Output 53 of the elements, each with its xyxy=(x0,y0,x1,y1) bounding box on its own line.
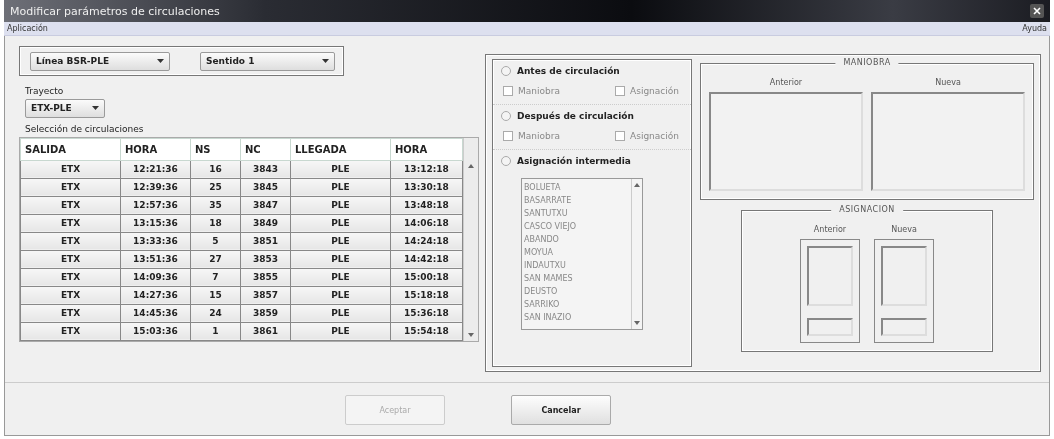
radio-label: Antes de circulación xyxy=(517,66,620,76)
dropdown[interactable]: ETX-PLE xyxy=(25,98,105,118)
caret-icon xyxy=(322,59,329,63)
radio-button[interactable] xyxy=(501,111,511,121)
dialog-button[interactable]: Cancelar xyxy=(511,395,611,425)
scroll-up-icon xyxy=(468,163,474,168)
radio-button[interactable] xyxy=(501,156,511,166)
list-box[interactable] xyxy=(709,92,863,191)
column-label: Nueva xyxy=(935,78,961,87)
dropdown[interactable]: Línea BSR-PLE xyxy=(30,51,170,71)
checkbox[interactable] xyxy=(615,131,626,141)
checkbox-label: Asignación xyxy=(630,131,679,141)
column-header[interactable]: NS xyxy=(190,138,241,160)
caret-icon xyxy=(157,59,164,63)
column-label: Nueva xyxy=(891,225,917,234)
scroll-down-icon xyxy=(634,321,640,325)
list-item[interactable]: CASCO VIEJO xyxy=(524,220,629,233)
window-title: Modificar parámetros de circulaciones xyxy=(10,4,220,18)
scroll-up-icon xyxy=(634,183,640,187)
group-title: MANIOBRA xyxy=(835,58,899,67)
list-box[interactable] xyxy=(807,246,853,306)
column-label: Anterior xyxy=(769,78,803,87)
field-label: Trayecto xyxy=(25,86,65,96)
menu-item[interactable]: Aplicación xyxy=(7,24,48,33)
radio-label: Asignación intermedia xyxy=(517,156,631,166)
close-icon xyxy=(1030,4,1044,18)
scroll-down-icon xyxy=(468,332,474,337)
input-field[interactable] xyxy=(881,318,927,336)
checkbox[interactable] xyxy=(503,86,513,96)
menu-item[interactable]: Ayuda xyxy=(1022,24,1047,33)
list-box[interactable] xyxy=(871,92,1025,191)
column-header[interactable]: SALIDA xyxy=(20,138,121,160)
checkbox-label: Maniobra xyxy=(518,86,560,96)
dropdown[interactable]: Sentido 1 xyxy=(200,51,335,71)
list-box[interactable] xyxy=(881,246,927,306)
checkbox[interactable] xyxy=(503,131,513,141)
input-field[interactable] xyxy=(807,318,853,336)
column-header[interactable]: HORA xyxy=(390,138,463,160)
caret-icon xyxy=(92,106,99,110)
checkbox-label: Asignación xyxy=(630,86,679,96)
column-label: Anterior xyxy=(813,225,847,234)
column-header[interactable]: LLEGADA xyxy=(290,138,391,160)
table-title: Selección de circulaciones xyxy=(25,123,145,134)
column-header[interactable]: NC xyxy=(240,138,291,160)
group-title: ASIGNACION xyxy=(831,205,903,214)
checkbox-label: Maniobra xyxy=(518,131,560,141)
checkbox[interactable] xyxy=(615,86,626,96)
scrollbar[interactable] xyxy=(631,179,642,329)
radio-button[interactable] xyxy=(501,66,511,76)
radio-label: Después de circulación xyxy=(517,111,634,121)
scrollbar[interactable] xyxy=(463,137,478,341)
list-item[interactable]: ABANDO xyxy=(524,233,629,246)
column-header[interactable]: HORA xyxy=(120,138,191,160)
